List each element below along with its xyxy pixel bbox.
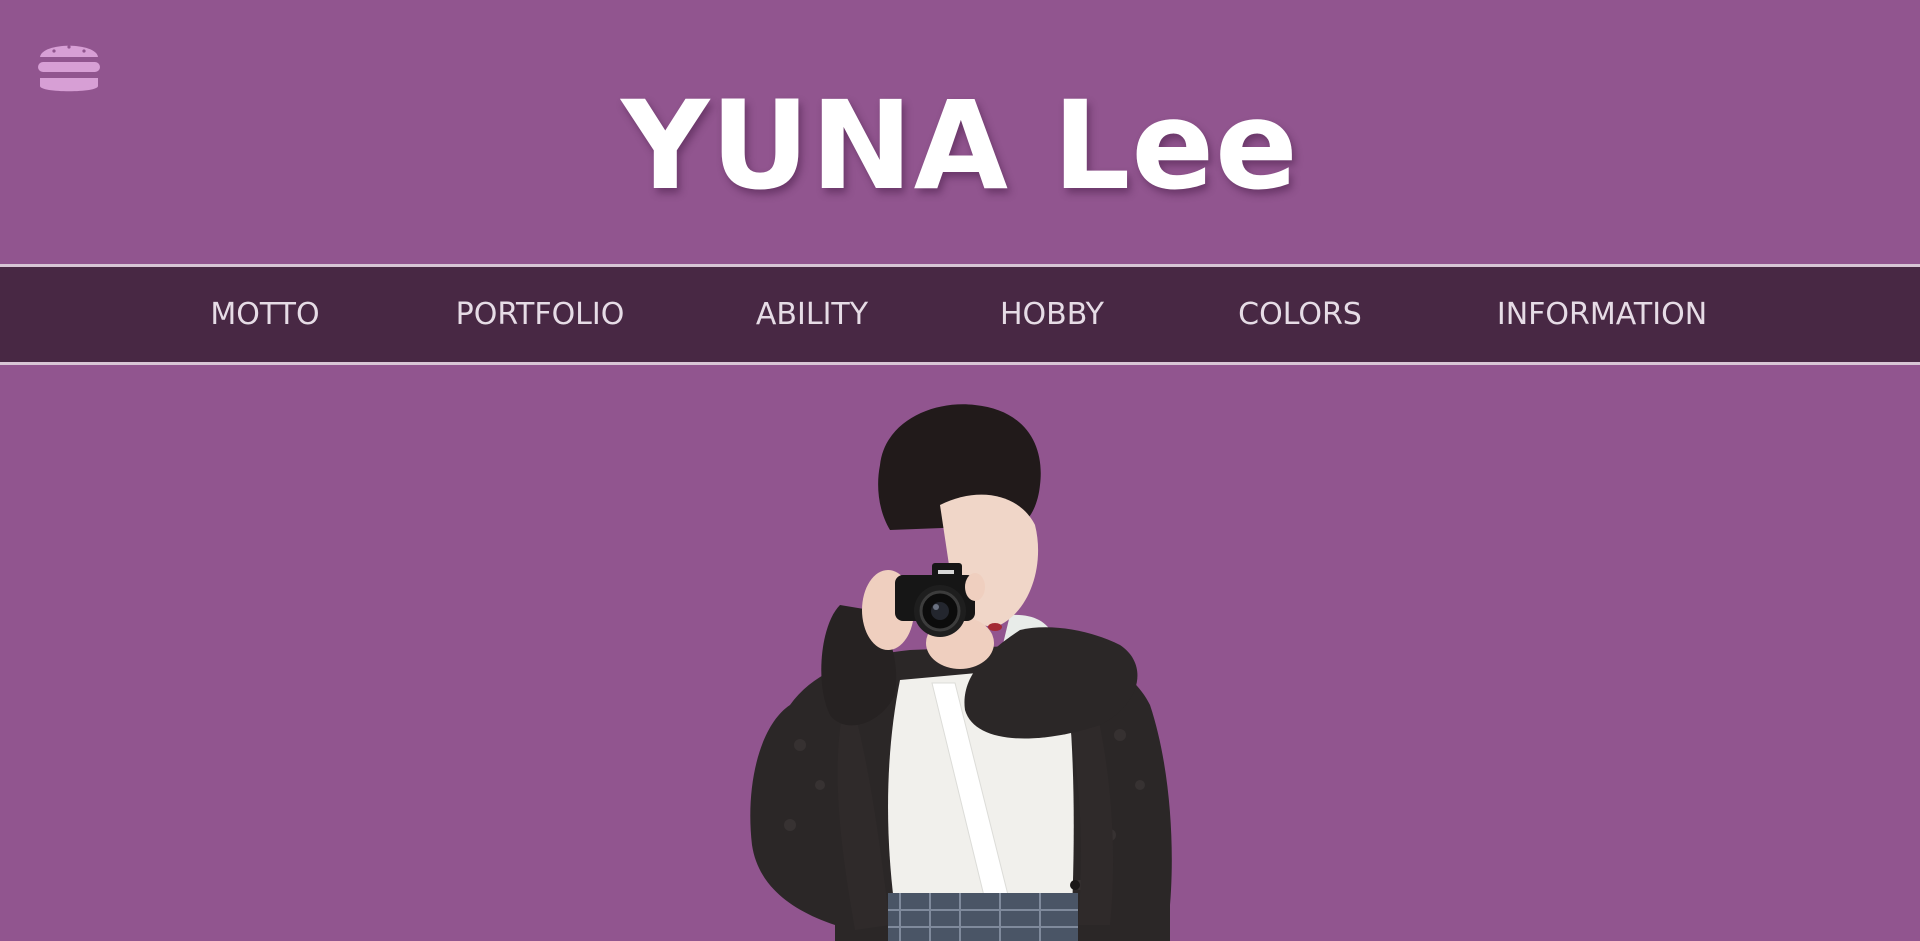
nav-item-hobby[interactable]: HOBBY bbox=[1000, 267, 1104, 362]
nav-item-information[interactable]: INFORMATION bbox=[1497, 267, 1707, 362]
main-navigation: MOTTO PORTFOLIO ABILITY HOBBY COLORS INF… bbox=[0, 264, 1920, 365]
page: YUNA Lee MOTTO PORTFOLIO ABILITY HOBBY C… bbox=[0, 0, 1920, 941]
profile-photo bbox=[750, 404, 1172, 941]
nav-item-colors[interactable]: COLORS bbox=[1238, 267, 1362, 362]
nav-item-motto[interactable]: MOTTO bbox=[210, 267, 319, 362]
hero-section bbox=[0, 365, 1920, 941]
nav-item-ability[interactable]: ABILITY bbox=[756, 267, 868, 362]
site-title: YUNA Lee bbox=[621, 75, 1299, 217]
nav-item-portfolio[interactable]: PORTFOLIO bbox=[456, 267, 625, 362]
